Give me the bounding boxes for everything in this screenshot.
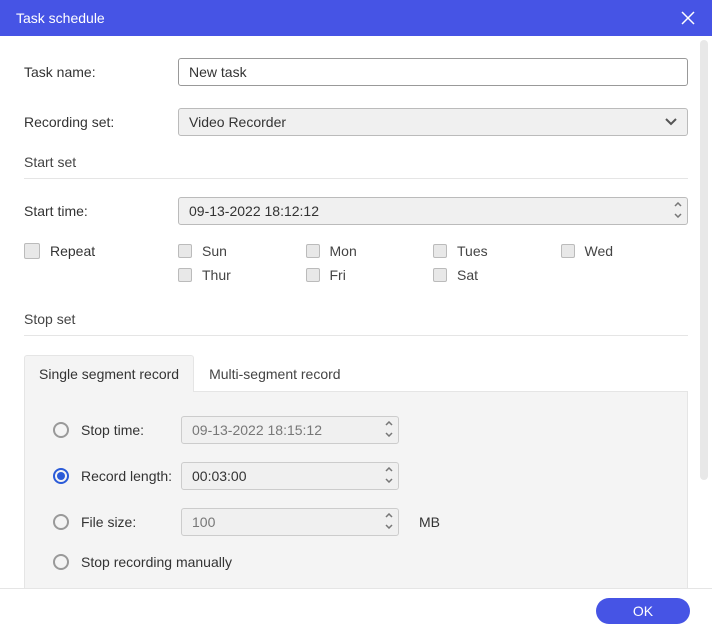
spinner-up-button[interactable] (383, 418, 395, 429)
repeat-checkbox-wrap: Repeat (24, 243, 178, 259)
file-size-row: File size: MB (53, 508, 659, 536)
manual-stop-row: Stop recording manually (53, 554, 659, 570)
days-grid: Sun Mon Tues Wed Thur Fri Sat (178, 243, 688, 283)
recording-set-row: Recording set: (24, 108, 688, 136)
footer: OK (0, 588, 712, 632)
task-name-label: Task name: (24, 64, 178, 80)
day-sun-checkbox[interactable] (178, 244, 192, 258)
stop-time-input[interactable] (181, 416, 399, 444)
stop-time-radio[interactable] (53, 422, 69, 438)
repeat-row: Repeat Sun Mon Tues Wed Thur Fri Sat (24, 243, 688, 283)
day-sat: Sat (433, 267, 561, 283)
spinner-up-button[interactable] (672, 199, 684, 210)
close-button[interactable] (680, 10, 696, 26)
ok-button[interactable]: OK (596, 598, 690, 624)
close-icon (681, 11, 695, 25)
divider (24, 178, 688, 179)
day-sun: Sun (178, 243, 306, 259)
stop-time-row: Stop time: (53, 416, 659, 444)
file-size-radio[interactable] (53, 514, 69, 530)
task-name-input[interactable] (178, 58, 688, 86)
file-size-input[interactable] (181, 508, 399, 536)
recording-set-select[interactable] (178, 108, 688, 136)
start-set-heading: Start set (24, 154, 688, 170)
record-length-radio[interactable] (53, 468, 69, 484)
day-tues: Tues (433, 243, 561, 259)
day-thur-checkbox[interactable] (178, 268, 192, 282)
day-mon-checkbox[interactable] (306, 244, 320, 258)
start-time-spinner (672, 199, 684, 221)
spinner-down-button[interactable] (383, 475, 395, 486)
window-title: Task schedule (16, 10, 105, 26)
spinner-down-button[interactable] (672, 210, 684, 221)
file-size-label: File size: (81, 514, 181, 530)
stop-tabs-wrap: Single segment record Multi-segment reco… (24, 354, 688, 596)
spinner-up-button[interactable] (383, 464, 395, 475)
repeat-checkbox[interactable] (24, 243, 40, 259)
start-time-input[interactable] (178, 197, 688, 225)
single-segment-panel: Stop time: Record length: (24, 392, 688, 596)
content-area: Task name: Recording set: Start set Star… (0, 36, 712, 596)
day-fri-checkbox[interactable] (306, 268, 320, 282)
day-wed-checkbox[interactable] (561, 244, 575, 258)
stop-set-heading: Stop set (24, 311, 688, 327)
start-time-field-wrap (178, 197, 688, 225)
spinner-down-button[interactable] (383, 429, 395, 440)
manual-stop-radio[interactable] (53, 554, 69, 570)
repeat-label: Repeat (50, 243, 95, 259)
day-mon: Mon (306, 243, 434, 259)
day-sat-checkbox[interactable] (433, 268, 447, 282)
manual-stop-label: Stop recording manually (81, 554, 232, 570)
day-fri: Fri (306, 267, 434, 283)
recording-set-label: Recording set: (24, 114, 178, 130)
day-wed: Wed (561, 243, 689, 259)
spinner-up-button[interactable] (383, 510, 395, 521)
record-length-label: Record length: (81, 468, 181, 484)
start-time-label: Start time: (24, 203, 178, 219)
recording-set-select-wrap (178, 108, 688, 136)
scrollbar-thumb[interactable] (700, 40, 708, 480)
stop-tabs: Single segment record Multi-segment reco… (24, 354, 688, 392)
day-thur: Thur (178, 267, 306, 283)
divider (24, 335, 688, 336)
day-tues-checkbox[interactable] (433, 244, 447, 258)
tab-multi-segment[interactable]: Multi-segment record (194, 355, 356, 392)
titlebar: Task schedule (0, 0, 712, 36)
record-length-row: Record length: (53, 462, 659, 490)
stop-time-spinner (383, 418, 395, 440)
record-length-spinner (383, 464, 395, 486)
spinner-down-button[interactable] (383, 521, 395, 532)
tab-single-segment[interactable]: Single segment record (24, 355, 194, 392)
record-length-input[interactable] (181, 462, 399, 490)
stop-time-label: Stop time: (81, 422, 181, 438)
file-size-spinner (383, 510, 395, 532)
start-time-row: Start time: (24, 197, 688, 225)
file-size-unit: MB (419, 514, 440, 530)
task-name-row: Task name: (24, 58, 688, 86)
